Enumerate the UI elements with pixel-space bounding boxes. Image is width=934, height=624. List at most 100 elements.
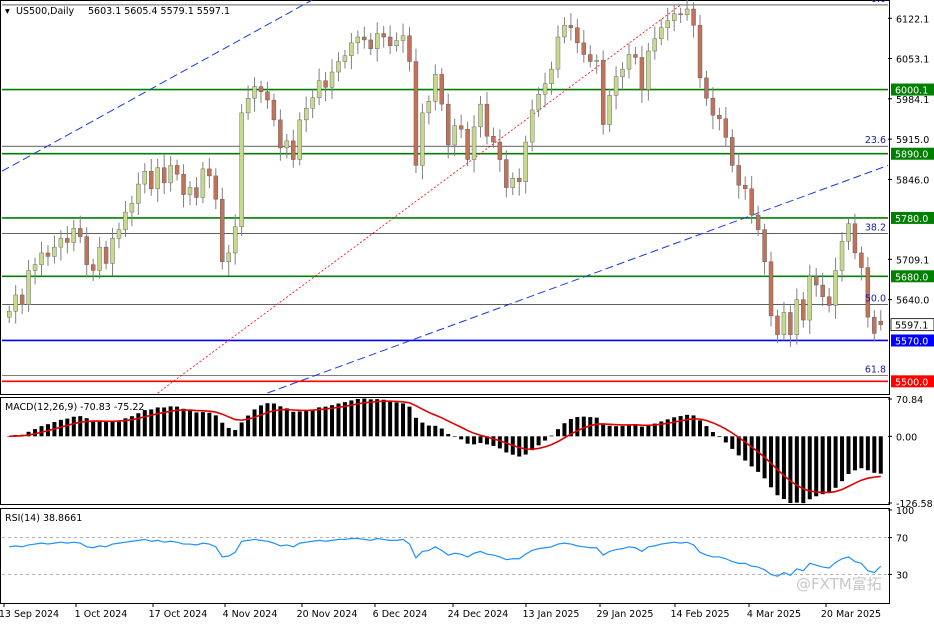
macd-bar <box>439 428 444 437</box>
symbol-dropdown-arrow[interactable]: ▾ <box>5 6 10 17</box>
candle-up <box>646 50 651 90</box>
macd-label: MACD(12,26,9) -70.83 -75.22 <box>5 402 144 413</box>
candle-up <box>245 98 251 114</box>
macd-histogram <box>7 398 883 504</box>
macd-bar <box>549 435 554 437</box>
fxtm-watermark: @FXTM富拓 <box>796 575 882 593</box>
macd-bar <box>846 436 851 475</box>
macd-bar <box>672 417 677 437</box>
macd-bar <box>665 419 670 437</box>
macd-bar <box>865 436 870 471</box>
candle-down <box>768 261 774 317</box>
candle-up <box>626 54 632 70</box>
macd-bar <box>284 408 289 437</box>
candle-up <box>116 229 122 239</box>
candle-down <box>194 187 199 198</box>
candle-down <box>78 228 83 237</box>
macd-bar <box>407 406 412 437</box>
candle-down <box>600 60 606 125</box>
candle-down <box>639 57 645 90</box>
macd-bar <box>723 436 728 443</box>
price-tick-label: 6122.1 <box>896 14 929 25</box>
macd-bar <box>213 415 218 437</box>
candle-up <box>284 140 290 149</box>
macd-bar <box>104 422 109 437</box>
macd-bar <box>446 434 451 437</box>
macd-bar <box>472 436 477 445</box>
rsi-tick-label: 100 <box>896 506 914 517</box>
candle-down <box>362 36 367 41</box>
macd-bar <box>297 411 302 437</box>
candle-up <box>613 76 619 96</box>
candle-up <box>536 94 541 111</box>
rsi-tick-label: 30 <box>896 570 908 581</box>
time-tick-label: 13 Sep 2024 <box>0 609 59 620</box>
candle-down <box>504 159 509 188</box>
candle-up <box>13 294 18 312</box>
candle-down <box>439 74 444 105</box>
candle-up <box>510 178 515 188</box>
candle-up <box>52 246 57 257</box>
macd-bar <box>394 402 399 437</box>
macd-bar <box>710 432 715 437</box>
candle-up <box>32 264 38 271</box>
candle-up <box>529 109 535 143</box>
candle-down <box>730 137 735 166</box>
candle-up <box>26 270 31 305</box>
candle-down <box>852 223 858 254</box>
macd-bar <box>814 436 819 497</box>
price-tick-label: 5709.1 <box>896 255 929 266</box>
candle-up <box>684 8 690 16</box>
candle-up <box>310 97 315 109</box>
macd-bar <box>304 410 309 437</box>
candle-up <box>426 101 432 114</box>
macd-bar <box>840 436 845 482</box>
candle-down <box>497 141 503 160</box>
macd-tick-label: 70.84 <box>896 395 923 406</box>
candle-down <box>742 185 748 189</box>
macd-bar <box>775 436 780 496</box>
candle-up <box>129 203 135 213</box>
candle-up <box>142 171 148 185</box>
macd-bar <box>743 436 748 461</box>
macd-bar <box>497 436 502 449</box>
time-tick-label: 20 Nov 2024 <box>297 609 358 620</box>
candle-down <box>633 54 638 58</box>
candle-up <box>846 223 851 242</box>
macd-bar <box>749 436 754 467</box>
candle-down <box>755 214 761 230</box>
candle-down <box>872 316 877 334</box>
candles <box>7 0 883 347</box>
candle-down <box>258 86 264 93</box>
macd-bar <box>523 436 528 455</box>
macd-bar <box>878 436 883 474</box>
candle-up <box>420 112 425 166</box>
candle-up <box>342 55 348 62</box>
macd-bar <box>626 424 631 437</box>
candle-up <box>329 71 335 88</box>
candle-down <box>278 119 283 149</box>
level-label-text: 5890.0 <box>895 150 928 161</box>
candle-up <box>349 42 354 56</box>
candle-down <box>90 264 96 271</box>
macd-bar <box>646 425 651 437</box>
price-tick-label: 5640.0 <box>896 296 929 307</box>
candle-down <box>878 320 883 325</box>
macd-bar <box>97 420 102 437</box>
macd-bar <box>233 429 238 437</box>
time-tick-label: 14 Feb 2025 <box>670 609 729 620</box>
macd-bar <box>801 436 806 504</box>
macd-bar <box>413 417 418 437</box>
level-labels: 6000.1 5890.0 5780.0 5680.0 5570.0 5500.0 5597… <box>890 83 934 388</box>
fib-level-label: 61.8 <box>865 364 886 375</box>
macd-bar <box>543 436 548 441</box>
macd-bar <box>794 436 799 503</box>
candle-down <box>387 36 393 46</box>
price-tick-label: 6053.1 <box>896 55 929 66</box>
candle-down <box>775 315 780 335</box>
price-tick-label: 5915.0 <box>896 135 929 146</box>
chart-canvas: 6122.16053.15984.15915.05846.05709.15640… <box>0 0 934 620</box>
candle-up <box>375 33 380 49</box>
candle-down <box>717 115 722 119</box>
macd-bar <box>207 412 212 437</box>
